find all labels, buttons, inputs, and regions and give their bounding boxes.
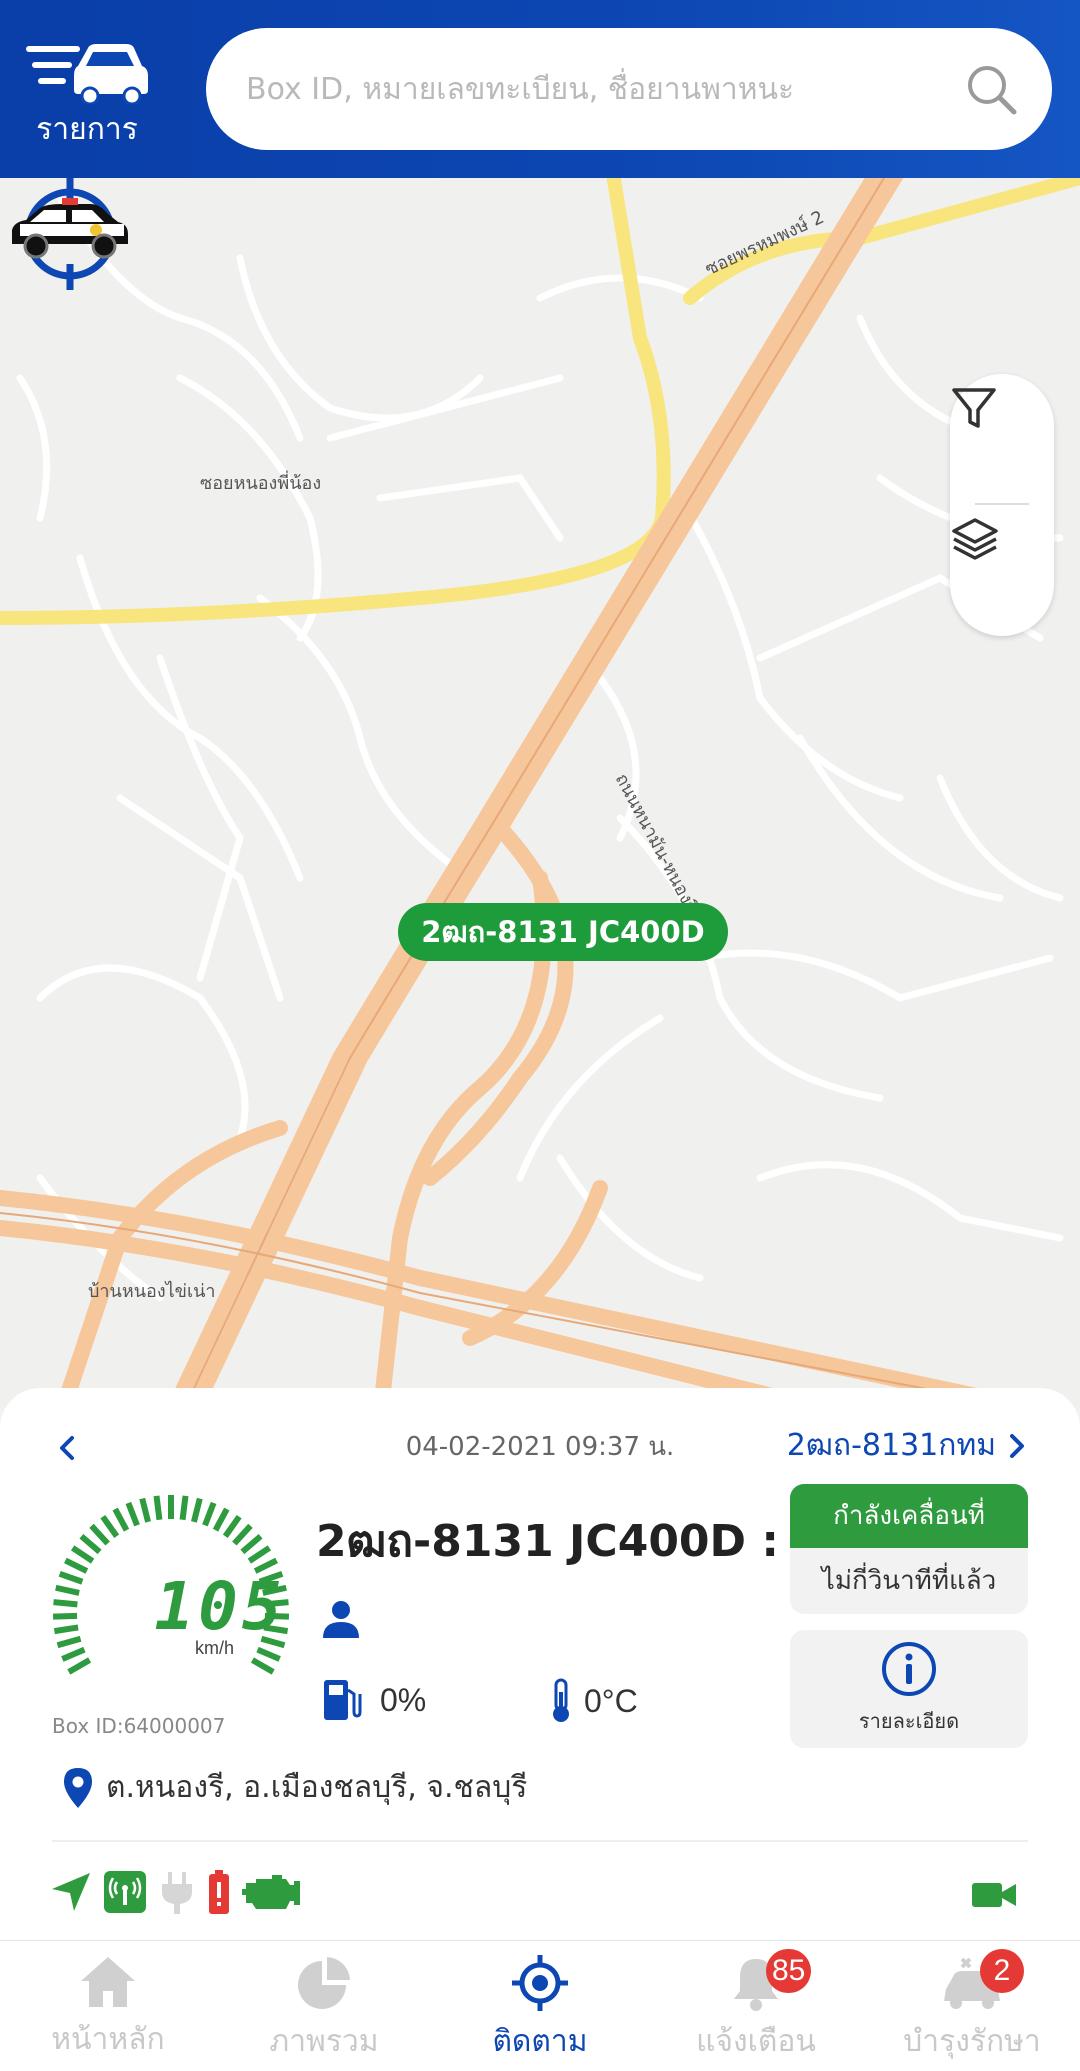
- gauge-tick: [222, 1514, 242, 1539]
- alerts-badge: 85: [766, 1949, 812, 1993]
- battery-alert-icon: [209, 1870, 229, 1914]
- nav-label-tracking: ติดตาม: [492, 2024, 588, 2059]
- device-status-icons: [50, 1870, 300, 1914]
- signal-icon: [104, 1871, 146, 1913]
- next-vehicle-plate: 2ฒถ-8131กทม: [786, 1428, 996, 1463]
- gauge-tick: [53, 1599, 78, 1608]
- details-label: รายละเอียด: [858, 1709, 960, 1733]
- maintenance-badge: 2: [980, 1949, 1024, 1993]
- info-icon: [882, 1642, 936, 1696]
- layers-icon: [952, 518, 998, 560]
- gauge-tick: [191, 1497, 203, 1523]
- map-controls: [950, 374, 1054, 636]
- fuel-value: 0%: [380, 1681, 427, 1718]
- speed-unit: km/h: [195, 1638, 235, 1658]
- last-update-timestamp: 04-02-2021 09:37 น.: [405, 1432, 675, 1462]
- home-icon: [81, 1957, 135, 2007]
- gauge-tick: [125, 1501, 140, 1527]
- gauge-tick: [250, 1657, 275, 1675]
- nav-label-alerts: แจ้งเตือน: [696, 2024, 816, 2059]
- gauge-tick: [232, 1523, 253, 1546]
- status-time-label: ไม่กี่วินาทีที่แล้ว: [821, 1566, 997, 1596]
- gauge-tick: [64, 1557, 89, 1574]
- gauge-tick: [153, 1495, 163, 1521]
- gauge-tick: [52, 1612, 78, 1620]
- box-id: Box ID:64000007: [52, 1714, 226, 1738]
- gauge-tick: [61, 1646, 86, 1662]
- fast-car-icon: [26, 44, 148, 104]
- filter-button[interactable]: [950, 384, 1054, 494]
- layers-button[interactable]: [950, 514, 1054, 624]
- vehicle-title: 2ฒถ-8131 JC400D : ...: [316, 1516, 786, 1567]
- fuel-pump-icon: [324, 1680, 362, 1720]
- nav-item-home[interactable]: หน้าหลัก: [0, 1941, 216, 2071]
- map-roads: [0, 178, 1080, 1408]
- details-button[interactable]: รายละเอียด: [790, 1630, 1028, 1748]
- search-icon[interactable]: [964, 62, 1020, 118]
- status-moving-label: กำลังเคลื่อนที่: [790, 1484, 1028, 1548]
- gauge-tick: [247, 1545, 272, 1564]
- map-label-road-1: ซอยหนองพี่น้อง: [200, 473, 322, 494]
- nav-label-home: หน้าหลัก: [51, 2022, 165, 2057]
- vehicle-list-button[interactable]: รายการ: [22, 36, 152, 147]
- thermometer-icon: [553, 1678, 569, 1722]
- gauge-tick: [212, 1507, 230, 1532]
- bottom-navigation: หน้าหลัก ภาพรวม ติดตาม 85 แจ้งเตือน 2 บำ…: [0, 1940, 1080, 2071]
- nav-item-tracking[interactable]: ติดตาม: [432, 1941, 648, 2071]
- gauge-tick: [70, 1545, 95, 1564]
- gauge-tick: [58, 1570, 84, 1585]
- controls-divider: [975, 503, 1029, 505]
- nav-label-maintenance: บำรุงรักษา: [903, 2024, 1041, 2059]
- gauge-tick: [56, 1635, 82, 1649]
- map-view[interactable]: ซอยหนองพี่น้อง ซอยพรหมพงษ์ 2 ถนนหนามัน-ห…: [0, 178, 1080, 1408]
- gauge-tick: [79, 1533, 102, 1555]
- gauge-tick: [202, 1501, 217, 1527]
- location-pin-icon: [64, 1767, 92, 1808]
- vehicle-location: ต.หนองรี, อ.เมืองชลบุรี, จ.ชลบุรี: [62, 1764, 527, 1811]
- video-camera-icon[interactable]: [972, 1880, 1016, 1910]
- app-header: รายการ: [0, 0, 1080, 178]
- movement-status: กำลังเคลื่อนที่ ไม่กี่วินาทีที่แล้ว: [790, 1484, 1028, 1614]
- search-input[interactable]: [244, 58, 948, 120]
- temperature-status: 0°C: [548, 1678, 638, 1724]
- map-label-village: บ้านหนองไข่เน่า: [88, 1281, 216, 1302]
- gauge-tick: [55, 1584, 80, 1596]
- gauge-tick: [139, 1497, 151, 1523]
- gauge-tick: [112, 1507, 130, 1532]
- gauge-tick: [53, 1624, 79, 1635]
- gauge-tick: [256, 1646, 281, 1662]
- next-vehicle-button[interactable]: 2ฒถ-8131กทม: [787, 1422, 1028, 1469]
- fuel-status: 0%: [322, 1678, 426, 1722]
- temperature-value: 0°C: [584, 1682, 638, 1719]
- gauge-tick: [240, 1533, 263, 1555]
- driver-icon[interactable]: [320, 1598, 362, 1640]
- pie-chart-icon: [298, 1957, 350, 2009]
- target-icon: [512, 1955, 568, 2011]
- vehicle-info-panel: 04-02-2021 09:37 น. 2ฒถ-8131กทม 105 km/h…: [0, 1388, 1080, 1940]
- filter-icon: [952, 388, 996, 428]
- gauge-tick: [100, 1514, 120, 1539]
- gauge-tick: [89, 1523, 110, 1546]
- location-text: ต.หนองรี, อ.เมืองชลบุรี, จ.ชลบุรี: [106, 1770, 528, 1805]
- gauge-tick: [67, 1657, 92, 1675]
- gps-navigation-icon: [52, 1873, 90, 1911]
- nav-label-overview: ภาพรวม: [269, 2024, 379, 2059]
- nav-item-alerts[interactable]: 85 แจ้งเตือน: [648, 1941, 864, 2071]
- police-car-marker-icon[interactable]: [0, 178, 140, 298]
- speed-value: 105: [154, 1568, 286, 1645]
- search-bar[interactable]: [206, 28, 1052, 150]
- panel-divider: [52, 1840, 1028, 1842]
- nav-item-maintenance[interactable]: 2 บำรุงรักษา: [864, 1941, 1080, 2071]
- engine-icon: [242, 1875, 300, 1909]
- nav-item-overview[interactable]: ภาพรวม: [216, 1941, 432, 2071]
- vehicle-map-label[interactable]: 2ฒถ-8131 JC400D: [398, 903, 728, 961]
- chevron-right-icon: [1010, 1433, 1024, 1458]
- power-plug-icon: [162, 1872, 192, 1914]
- menu-label: รายการ: [36, 112, 138, 147]
- chevron-left-icon[interactable]: [48, 1428, 88, 1468]
- gauge-tick: [179, 1495, 189, 1521]
